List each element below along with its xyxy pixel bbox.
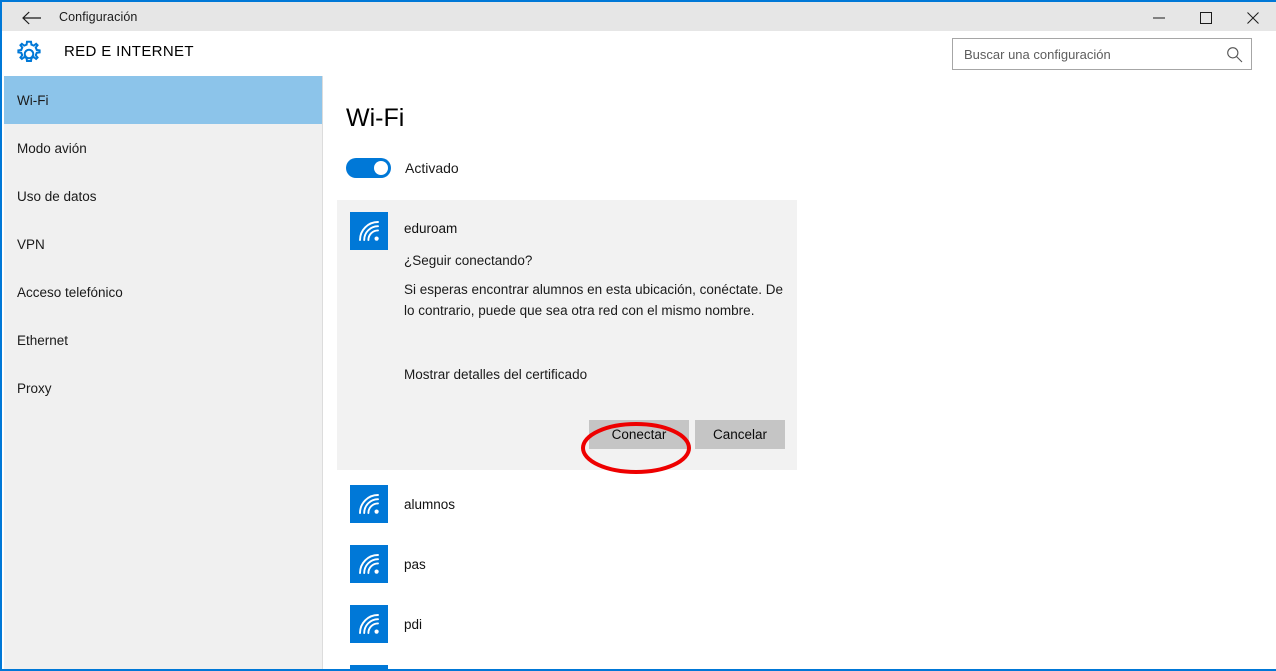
show-certificate-details-link[interactable]: Mostrar detalles del certificado [404, 367, 587, 382]
sidebar-item-proxy[interactable]: Proxy [4, 364, 322, 412]
sidebar-item-acceso-telefonico[interactable]: Acceso telefónico [4, 268, 322, 316]
sidebar-item-uso-de-datos[interactable]: Uso de datos [4, 172, 322, 220]
app-header: RED E INTERNET [4, 31, 1276, 76]
network-list: alumnos pas pdi [337, 474, 797, 669]
search-icon[interactable] [1226, 46, 1243, 63]
title-bar: Configuración [2, 0, 1276, 31]
sidebar-item-label: Uso de datos [17, 188, 97, 204]
gear-icon [14, 39, 44, 69]
network-ssid-label: pas [404, 556, 426, 572]
wifi-signal-icon [350, 545, 388, 583]
sidebar-item-wifi[interactable]: Wi-Fi [4, 76, 322, 124]
close-button[interactable] [1230, 2, 1276, 33]
search-box[interactable] [952, 38, 1252, 70]
wifi-toggle-label: Activado [405, 160, 459, 176]
minimize-icon [1153, 17, 1165, 18]
sidebar: Wi-Fi Modo avión Uso de datos VPN Acceso… [4, 76, 323, 669]
wifi-toggle[interactable] [346, 158, 391, 178]
main-content: Wi-Fi Activado eduroam ¿Seguir conectand… [324, 76, 1276, 669]
connect-button[interactable]: Conectar [589, 420, 689, 449]
sidebar-item-modo-avion[interactable]: Modo avión [4, 124, 322, 172]
maximize-button[interactable] [1183, 2, 1229, 33]
sidebar-item-vpn[interactable]: VPN [4, 220, 322, 268]
dialog-ssid-label: eduroam [404, 221, 458, 236]
network-item-alumnos[interactable]: alumnos [337, 474, 797, 534]
dialog-body-text: Si esperas encontrar alumnos en esta ubi… [404, 282, 783, 318]
toggle-knob [374, 161, 388, 175]
sidebar-item-label: Ethernet [17, 332, 69, 348]
sidebar-item-label: Acceso telefónico [17, 284, 123, 300]
wifi-signal-icon [350, 485, 388, 523]
sidebar-item-label: VPN [17, 236, 45, 252]
network-ssid-label: pdi [404, 616, 423, 632]
sidebar-item-label: Proxy [17, 380, 52, 396]
sidebar-item-ethernet[interactable]: Ethernet [4, 316, 322, 364]
search-input[interactable] [964, 39, 1219, 69]
back-arrow-icon [22, 11, 41, 24]
wifi-toggle-row: Activado [346, 158, 459, 178]
cancel-button[interactable]: Cancelar [695, 420, 785, 449]
back-button[interactable] [12, 2, 52, 33]
dialog-ssid-row[interactable]: eduroam [350, 212, 457, 250]
network-item-pas[interactable]: pas [337, 534, 797, 594]
maximize-icon [1200, 11, 1212, 24]
page-title: RED E INTERNET [64, 43, 194, 60]
wifi-heading: Wi-Fi [346, 104, 405, 132]
network-item-partial[interactable] [337, 654, 797, 669]
network-ssid-label: alumnos [404, 496, 456, 512]
window-title: Configuración [59, 10, 138, 24]
sidebar-item-label: Modo avión [17, 140, 87, 156]
dialog-question: ¿Seguir conectando? [404, 253, 533, 268]
network-item-pdi[interactable]: pdi [337, 594, 797, 654]
wifi-signal-icon [350, 665, 388, 669]
wifi-signal-icon [350, 212, 388, 250]
minimize-button[interactable] [1136, 2, 1182, 33]
sidebar-item-label: Wi-Fi [17, 92, 49, 108]
connect-dialog: eduroam ¿Seguir conectando? Si esperas e… [337, 200, 797, 470]
close-icon [1247, 11, 1259, 24]
wifi-signal-icon [350, 605, 388, 643]
settings-window: Configuración RED E INTERNET Buscar una … [0, 0, 1276, 671]
